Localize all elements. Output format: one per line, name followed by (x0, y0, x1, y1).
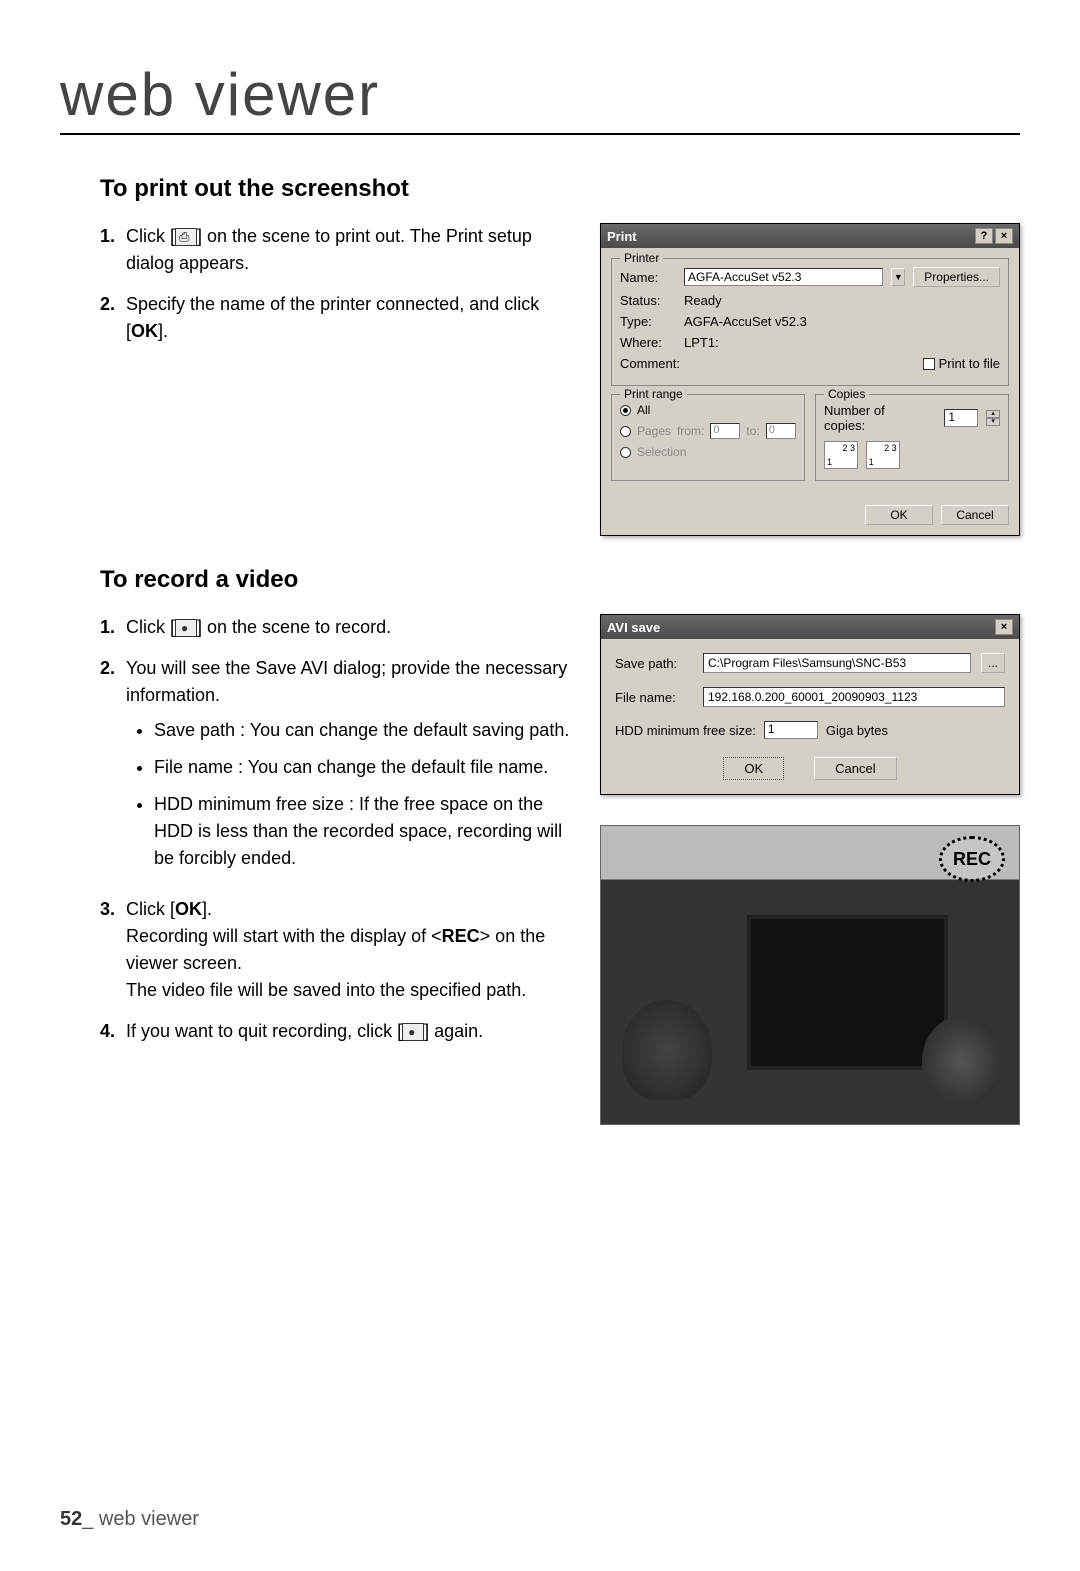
ok-button[interactable]: OK (723, 757, 784, 780)
section-heading-print: To print out the screenshot (100, 175, 1020, 203)
browse-button[interactable]: ... (981, 653, 1005, 673)
step-number: 4. (100, 1018, 126, 1045)
checkbox-icon[interactable] (923, 358, 935, 370)
hdd-label: HDD minimum free size: (615, 723, 756, 738)
ok-button[interactable]: OK (865, 505, 933, 525)
file-name-input[interactable]: 192.168.0.200_60001_20090903_1123 (703, 687, 1005, 707)
print-dialog: Print ? × Printer Name: AGFA-AccuSet v52… (600, 223, 1020, 536)
record-icon (175, 619, 197, 637)
page-title: web viewer (60, 60, 1020, 135)
where-label: Where: (620, 335, 676, 350)
num-copies-label: Number of copies: (824, 403, 928, 433)
type-label: Type: (620, 314, 676, 329)
radio-icon[interactable] (620, 405, 631, 416)
hdd-size-input[interactable]: 1 (764, 721, 818, 739)
comment-label: Comment: (620, 356, 676, 371)
step-text: You will see the Save AVI dialog; provid… (126, 655, 570, 882)
save-path-input[interactable]: C:\Program Files\Samsung\SNC-B53 (703, 653, 971, 673)
dialog-titlebar: Print ? × (601, 224, 1019, 248)
step-text: If you want to quit recording, click [] … (126, 1018, 570, 1045)
file-name-label: File name: (615, 690, 693, 705)
save-path-label: Save path: (615, 656, 693, 671)
from-input[interactable]: 0 (710, 423, 740, 439)
record-icon (402, 1023, 424, 1041)
page-number: 52 (60, 1508, 82, 1530)
radio-icon[interactable] (620, 426, 631, 437)
where-value: LPT1: (684, 335, 719, 350)
bullet-item: HDD minimum free size : If the free spac… (154, 791, 570, 872)
close-icon[interactable]: × (995, 619, 1013, 635)
printer-legend: Printer (620, 251, 663, 265)
status-label: Status: (620, 293, 676, 308)
hdd-unit: Giga bytes (826, 723, 888, 738)
properties-button[interactable]: Properties... (913, 267, 1000, 287)
page-footer: 52_ web viewer (60, 1508, 199, 1531)
help-icon[interactable]: ? (975, 228, 993, 244)
collate-icon (824, 441, 858, 469)
copies-spinner[interactable]: ▴▾ (986, 410, 1000, 426)
copies-legend: Copies (824, 387, 869, 401)
num-copies-input[interactable]: 1 (944, 409, 978, 427)
printer-name-combo[interactable]: AGFA-AccuSet v52.3 (684, 268, 883, 286)
dialog-titlebar: AVI save × (601, 615, 1019, 639)
printer-icon (175, 228, 197, 246)
viewer-screenshot: REC (600, 825, 1020, 1125)
rec-badge: REC (939, 836, 1005, 882)
step-text: Click [] on the scene to record. (126, 614, 570, 641)
status-value: Ready (684, 293, 722, 308)
range-all-radio[interactable]: All (620, 403, 796, 417)
step-text: Click [] on the scene to print out. The … (126, 223, 570, 277)
dialog-title: AVI save (607, 620, 660, 635)
step-number: 3. (100, 896, 126, 1004)
footer-label: web viewer (93, 1508, 199, 1530)
step-text: Specify the name of the printer connecte… (126, 291, 570, 345)
range-pages-radio[interactable]: Pages from: 0 to: 0 (620, 423, 796, 439)
name-label: Name: (620, 270, 676, 285)
radio-icon[interactable] (620, 447, 631, 458)
type-value: AGFA-AccuSet v52.3 (684, 314, 807, 329)
step-text: Click [OK]. Recording will start with th… (126, 896, 570, 1004)
cancel-button[interactable]: Cancel (814, 757, 896, 780)
step-number: 2. (100, 291, 126, 345)
to-input[interactable]: 0 (766, 423, 796, 439)
range-selection-radio[interactable]: Selection (620, 445, 796, 459)
print-to-file-checkbox[interactable]: Print to file (923, 356, 1000, 371)
step-number: 1. (100, 614, 126, 641)
avi-save-dialog: AVI save × Save path: C:\Program Files\S… (600, 614, 1020, 795)
dialog-title: Print (607, 229, 637, 244)
bullet-item: Save path : You can change the default s… (154, 717, 570, 744)
step-number: 2. (100, 655, 126, 882)
chevron-down-icon[interactable]: ▼ (891, 268, 905, 286)
range-legend: Print range (620, 387, 687, 401)
step-number: 1. (100, 223, 126, 277)
close-icon[interactable]: × (995, 228, 1013, 244)
section-heading-record: To record a video (100, 566, 1020, 594)
bullet-item: File name : You can change the default f… (154, 754, 570, 781)
cancel-button[interactable]: Cancel (941, 505, 1009, 525)
collate-icon (866, 441, 900, 469)
